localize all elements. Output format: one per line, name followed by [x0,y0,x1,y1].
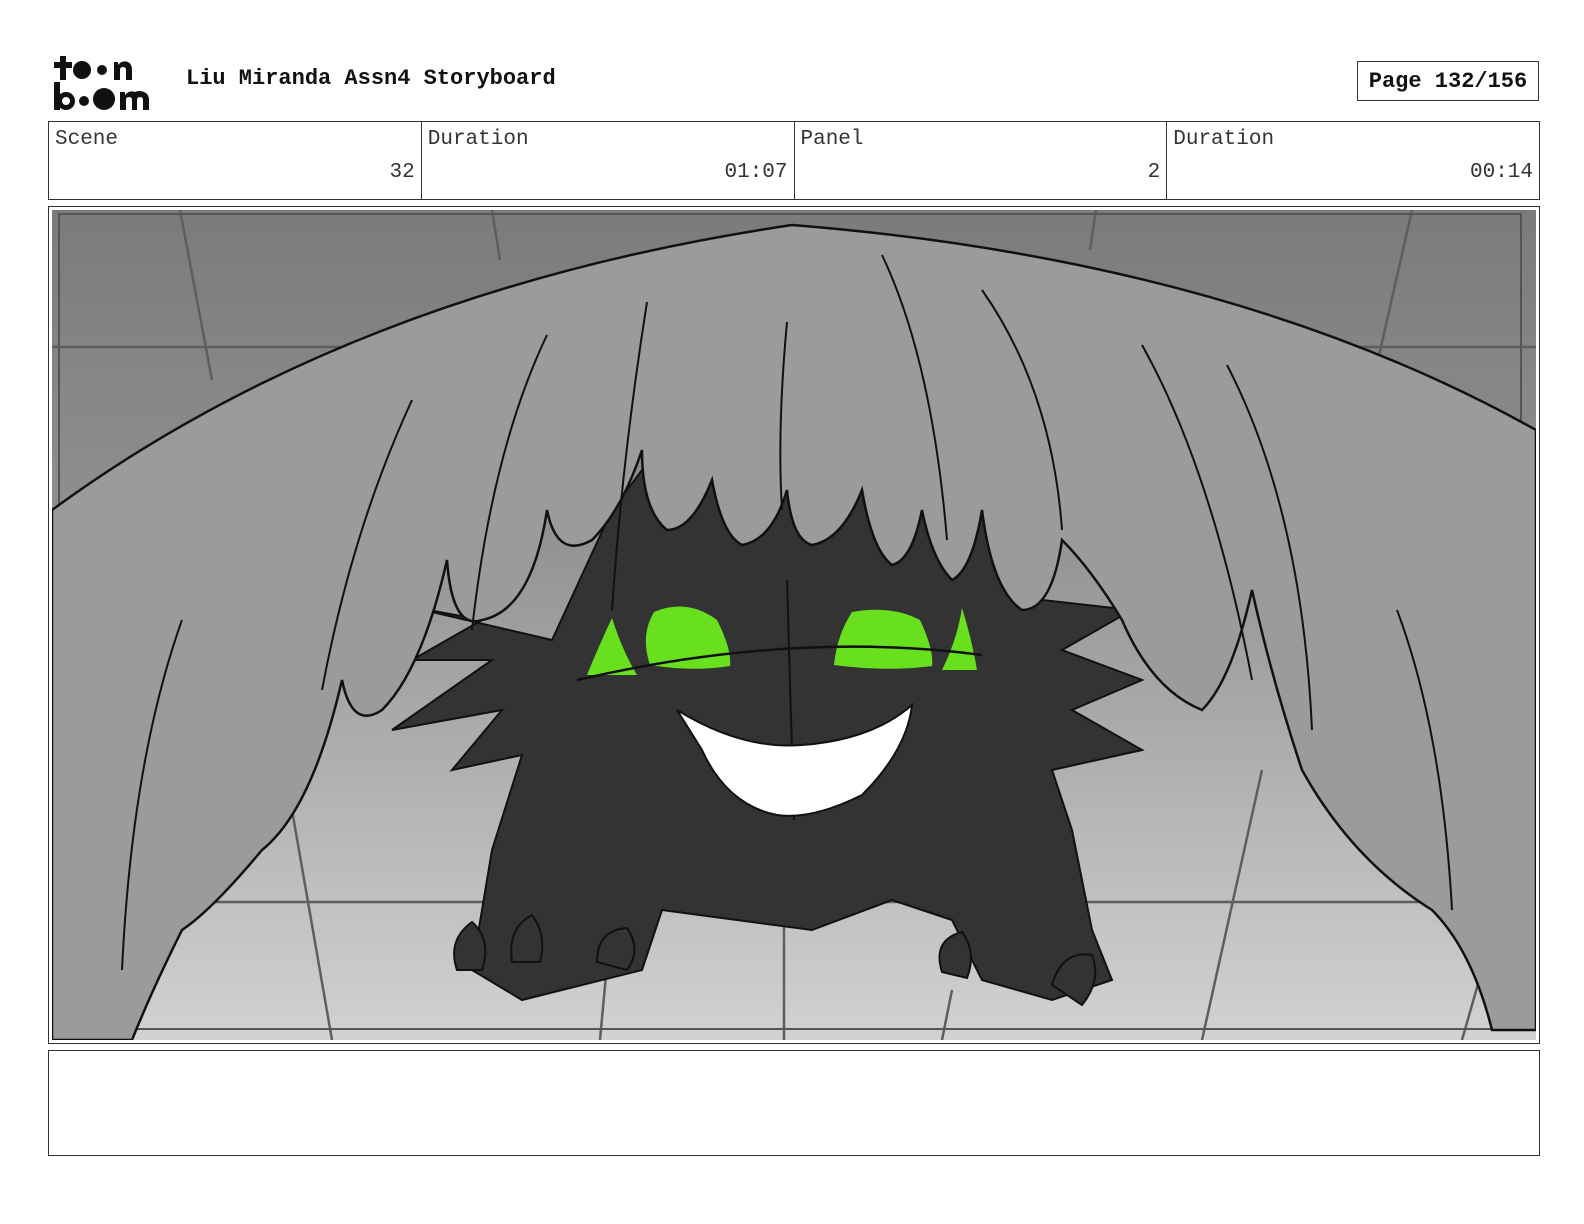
scene-duration-label: Duration [427,128,529,151]
page-indicator: Page 132/156 [1357,61,1539,101]
storyboard-title: Liu Miranda Assn4 Storyboard [186,66,556,91]
scene-label: Scene [55,128,119,151]
panel-value: 2 [1147,161,1161,184]
panel-duration-label: Duration [1173,128,1275,151]
panel-label: Panel [800,128,864,151]
scene-duration-value: 01:07 [724,161,788,184]
storyboard-panel [48,206,1540,1044]
scene-duration-cell: Duration 01:07 [422,122,795,199]
panel-duration-value: 00:14 [1469,161,1533,184]
toon-boom-logo [52,52,164,112]
scene-value: 32 [389,161,415,184]
panel-illustration [52,210,1536,1040]
panel-cell: Panel 2 [795,122,1168,199]
panel-notes-box[interactable] [48,1050,1540,1156]
scene-cell: Scene 32 [49,122,422,199]
scene-info-table: Scene 32 Duration 01:07 Panel 2 Duration… [48,121,1540,200]
panel-duration-cell: Duration 00:14 [1167,122,1539,199]
